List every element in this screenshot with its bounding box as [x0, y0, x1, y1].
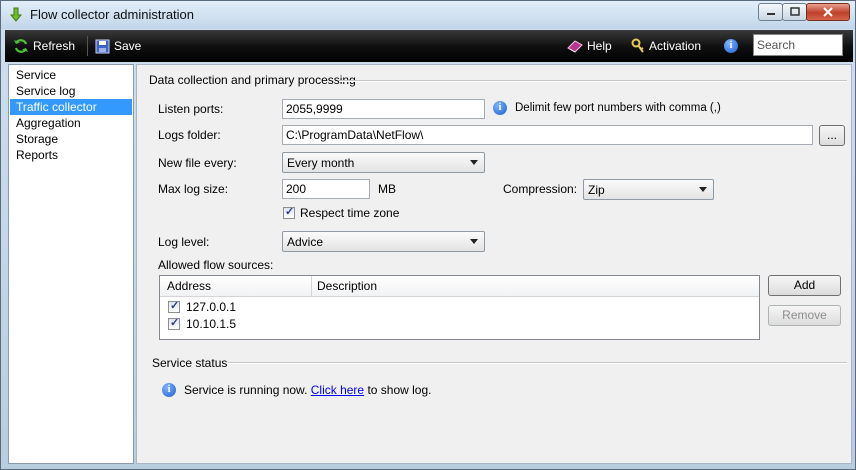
title-bar: Flow collector administration [1, 1, 855, 29]
key-icon [631, 38, 644, 53]
add-source-button[interactable]: Add [768, 275, 841, 296]
respect-time-zone-label: Respect time zone [300, 206, 400, 220]
search-input[interactable] [753, 34, 843, 56]
close-icon [823, 7, 833, 17]
sidebar-nav: Service Service log Traffic collector Ag… [8, 64, 134, 464]
show-log-link[interactable]: Click here [311, 383, 364, 397]
save-label: Save [114, 39, 142, 53]
new-file-label: New file every: [158, 156, 237, 170]
help-label: Help [587, 39, 612, 53]
log-level-value: Advice [287, 235, 324, 249]
info-icon[interactable]: i [724, 39, 738, 53]
logs-folder-input[interactable] [282, 125, 813, 145]
refresh-label: Refresh [33, 39, 76, 53]
sidebar-item-aggregation[interactable]: Aggregation [10, 115, 132, 131]
column-address[interactable]: Address [167, 279, 211, 293]
close-button[interactable] [806, 3, 850, 21]
refresh-button[interactable]: Refresh [13, 36, 75, 56]
max-log-label: Max log size: [158, 182, 229, 196]
chevron-down-icon [470, 160, 478, 165]
status-text-after: to show log. [367, 383, 432, 397]
window-title: Flow collector administration [30, 7, 195, 22]
sidebar-item-reports[interactable]: Reports [10, 147, 132, 163]
section-divider [339, 80, 847, 82]
help-book-icon [567, 39, 583, 53]
chevron-down-icon [699, 187, 707, 192]
list-header: Address Description [160, 276, 759, 297]
maximize-icon [789, 7, 800, 16]
column-divider[interactable] [311, 276, 312, 296]
source-checkbox[interactable]: ✓ [168, 317, 180, 330]
allowed-sources-label: Allowed flow sources: [158, 258, 274, 272]
compression-select[interactable]: Zip [583, 179, 714, 200]
save-button[interactable]: Save [95, 36, 141, 56]
source-address: 127.0.0.1 [186, 300, 237, 314]
respect-time-zone-checkbox[interactable]: ✓ [283, 206, 295, 219]
listen-ports-label: Listen ports: [158, 102, 224, 116]
status-text: Service is running now. [184, 383, 308, 397]
info-icon: i [493, 101, 507, 115]
info-icon: i [162, 383, 176, 397]
listen-ports-hint: Delimit few port numbers with comma (,) [515, 102, 721, 114]
new-file-value: Every month [287, 156, 355, 170]
remove-source-button[interactable]: Remove [768, 305, 841, 326]
chevron-down-icon [470, 239, 478, 244]
column-description[interactable]: Description [317, 279, 377, 293]
sidebar-item-service-log[interactable]: Service log [10, 83, 132, 99]
checkmark-icon: ✓ [170, 317, 180, 329]
checkmark-icon: ✓ [170, 300, 180, 312]
sidebar-item-storage[interactable]: Storage [10, 131, 132, 147]
minimize-button[interactable] [758, 3, 783, 21]
sidebar-item-traffic-collector[interactable]: Traffic collector [10, 99, 132, 115]
section-divider [228, 362, 847, 364]
log-level-label: Log level: [158, 235, 210, 249]
section-title: Data collection and primary processing [149, 73, 356, 87]
minimize-icon [766, 13, 775, 15]
help-button[interactable]: Help [567, 36, 612, 56]
source-checkbox[interactable]: ✓ [168, 300, 180, 313]
app-window: Flow collector administration Refresh Sa… [0, 0, 856, 470]
floppy-disk-icon [95, 39, 110, 53]
settings-panel: Data collection and primary processing L… [136, 64, 852, 464]
source-address: 10.10.1.5 [186, 317, 237, 331]
max-log-size-input[interactable] [282, 179, 370, 199]
listen-ports-input[interactable] [282, 99, 485, 119]
download-arrow-icon [9, 7, 23, 22]
compression-value: Zip [588, 183, 605, 197]
compression-label: Compression: [503, 182, 578, 196]
allowed-sources-list[interactable]: Address Description ✓ 127.0.0.1 ✓ 10.10.… [159, 275, 760, 340]
status-section-title: Service status [152, 356, 228, 370]
toolbar: Refresh Save Help Activation i [5, 30, 853, 62]
activation-button[interactable]: Activation [631, 36, 701, 56]
service-status-message: Service is running now. Click here to sh… [184, 383, 432, 397]
sidebar-item-service[interactable]: Service [10, 67, 132, 83]
max-log-unit: MB [378, 182, 396, 196]
activation-label: Activation [649, 39, 702, 53]
new-file-select[interactable]: Every month [282, 152, 485, 173]
maximize-button[interactable] [782, 3, 807, 21]
toolbar-separator [87, 36, 88, 56]
browse-button[interactable]: ... [819, 125, 845, 146]
refresh-icon [14, 39, 28, 53]
log-level-select[interactable]: Advice [282, 231, 485, 252]
logs-folder-label: Logs folder: [158, 128, 221, 142]
checkmark-icon: ✓ [285, 206, 295, 218]
